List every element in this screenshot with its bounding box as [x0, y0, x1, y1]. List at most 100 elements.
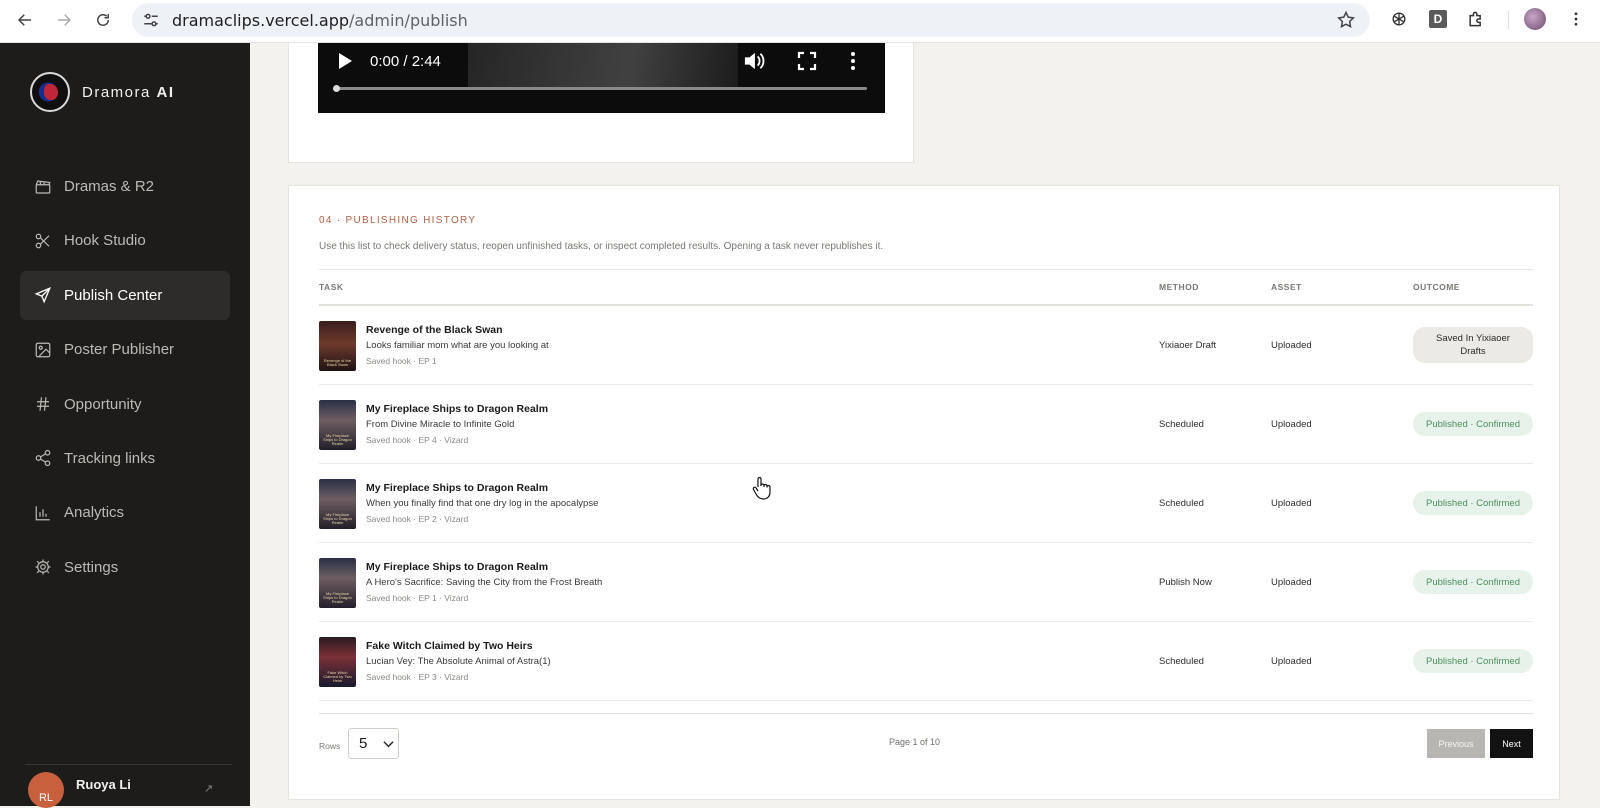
brand-name: Dramora AI: [82, 84, 175, 101]
sidebar-item-label: Publish Center: [64, 286, 163, 304]
footer-divider: [319, 713, 1533, 714]
table-row[interactable]: My Fireplace Ships to Dragon Realm My Fi…: [319, 464, 1533, 543]
task-title: Fake Witch Claimed by Two Heirs: [366, 640, 533, 652]
sidebar-item-opportunity[interactable]: Opportunity: [20, 380, 230, 429]
puzzle-extension-icon[interactable]: [1463, 6, 1489, 32]
hash-icon: [34, 395, 52, 413]
brand-name-suffix: AI: [156, 83, 175, 101]
sidebar-item-poster-publisher[interactable]: Poster Publisher: [20, 325, 230, 374]
clapperboard-icon: [34, 178, 52, 196]
task-asset: Uploaded: [1271, 498, 1312, 509]
dramora-logo-icon: [30, 72, 70, 112]
profile-avatar-icon[interactable]: [1522, 6, 1548, 32]
next-button[interactable]: Next: [1490, 729, 1533, 758]
drama-thumbnail: My Fireplace Ships to Dragon Realm: [319, 400, 356, 450]
sidebar-item-label: Opportunity: [64, 395, 142, 413]
external-link-icon[interactable]: ↗: [204, 782, 213, 795]
site-settings-icon[interactable]: [142, 11, 160, 29]
section-label: 04 · PUBLISHING HISTORY: [319, 215, 477, 226]
rows-per-page-value: 5: [359, 735, 368, 752]
task-meta: Saved hook · EP 3 · Vizard: [366, 672, 469, 682]
brand-name-prefix: Dramora: [82, 83, 151, 101]
task-asset: Uploaded: [1271, 656, 1312, 667]
drama-thumbnail: My Fireplace Ships to Dragon Realm: [319, 479, 356, 529]
sidebar-item-settings[interactable]: Settings: [20, 543, 230, 592]
task-method: Scheduled: [1159, 419, 1204, 430]
task-meta: Saved hook · EP 2 · Vizard: [366, 514, 469, 524]
scissors-icon: [34, 232, 52, 250]
table-row[interactable]: Revenge of the Black Swan Revenge of the…: [319, 306, 1533, 385]
bar-chart-icon: [34, 504, 52, 522]
column-header-method: METHOD: [1159, 282, 1199, 292]
user-name: Ruoya Li: [76, 776, 131, 792]
reload-icon[interactable]: [89, 6, 117, 34]
task-method: Scheduled: [1159, 498, 1204, 509]
sidebar-item-analytics[interactable]: Analytics: [20, 488, 230, 537]
openai-extension-icon[interactable]: [1386, 6, 1412, 32]
user-profile[interactable]: RL Ruoya Li: [28, 772, 131, 808]
sidebar-item-dramas[interactable]: Dramas & R2: [20, 162, 230, 211]
task-asset: Uploaded: [1271, 419, 1312, 430]
table-row[interactable]: Fake Witch Claimed by Two Heirs Fake Wit…: [319, 622, 1533, 701]
sidebar-nav: Dramas & R2 Hook Studio Publish Center P…: [20, 162, 230, 597]
url-host: dramaclips.vercel.app: [172, 11, 350, 30]
sidebar: Dramora AI Dramas & R2 Hook Studio Publi…: [0, 43, 250, 808]
video-frame: [468, 43, 738, 87]
bookmark-star-icon[interactable]: [1336, 10, 1356, 30]
volume-icon[interactable]: [743, 51, 765, 71]
section-description: Use this list to check delivery status, …: [319, 241, 884, 252]
back-icon[interactable]: [11, 6, 39, 34]
publishing-history-card: 04 · PUBLISHING HISTORY Use this list to…: [288, 185, 1560, 800]
send-icon: [34, 286, 52, 304]
url-text: dramaclips.vercel.app/admin/publish: [172, 11, 468, 30]
column-header-asset: ASSET: [1271, 282, 1302, 292]
thumbnail-caption: My Fireplace Ships to Dragon Realm: [323, 433, 352, 446]
drama-thumbnail: Revenge of the Black Swan: [319, 321, 356, 371]
task-meta: Saved hook · EP 4 · Vizard: [366, 435, 469, 445]
task-subtitle: When you finally find that one dry log i…: [366, 498, 599, 509]
gear-icon: [34, 558, 52, 576]
sidebar-item-label: Poster Publisher: [64, 341, 175, 359]
play-icon[interactable]: [338, 53, 352, 69]
forward-icon[interactable]: [50, 6, 78, 34]
browser-toolbar: dramaclips.vercel.app/admin/publish D: [0, 0, 1600, 43]
task-subtitle: A Hero's Sacrifice: Saving the City from…: [366, 577, 603, 588]
rows-per-page-select[interactable]: 5: [348, 728, 399, 759]
sidebar-item-hook-studio[interactable]: Hook Studio: [20, 216, 230, 265]
video-time: 0:00 / 2:44: [370, 53, 441, 70]
avatar: RL: [28, 772, 64, 808]
brand[interactable]: Dramora AI: [30, 72, 175, 112]
video-progress-bar[interactable]: [333, 85, 867, 92]
video-player[interactable]: 0:00 / 2:44: [318, 43, 885, 113]
sidebar-item-label: Settings: [64, 558, 119, 576]
browser-menu-icon[interactable]: [1563, 6, 1589, 32]
task-title: My Fireplace Ships to Dragon Realm: [366, 482, 549, 494]
sidebar-divider: [25, 764, 232, 765]
fullscreen-icon[interactable]: [797, 51, 817, 71]
sidebar-item-tracking-links[interactable]: Tracking links: [20, 434, 230, 483]
thumbnail-caption: Fake Witch Claimed by Two Heirs: [323, 670, 352, 683]
previous-button[interactable]: Previous: [1427, 729, 1485, 758]
d-extension-icon[interactable]: D: [1425, 6, 1451, 32]
sidebar-item-label: Dramas & R2: [64, 178, 155, 195]
task-meta: Saved hook · EP 1: [366, 356, 437, 366]
table-row[interactable]: My Fireplace Ships to Dragon Realm My Fi…: [319, 543, 1533, 622]
task-subtitle: Looks familiar mom what are you looking …: [366, 340, 549, 351]
task-subtitle: From Divine Miracle to Infinite Gold: [366, 419, 515, 430]
task-subtitle: Lucian Vey: The Absolute Animal of Astra…: [366, 656, 551, 667]
task-asset: Uploaded: [1271, 340, 1312, 351]
drama-thumbnail: Fake Witch Claimed by Two Heirs: [319, 637, 356, 687]
page-indicator: Page 1 of 10: [889, 737, 941, 747]
rows-label: Rows: [319, 741, 341, 751]
task-method: Yixiaoer Draft: [1159, 340, 1217, 351]
video-progress-knob[interactable]: [333, 85, 340, 92]
divider: [319, 269, 1533, 270]
more-options-icon[interactable]: [848, 51, 858, 71]
sidebar-item-label: Hook Studio: [64, 232, 146, 250]
share-icon: [34, 449, 52, 467]
task-method: Scheduled: [1159, 656, 1204, 667]
sidebar-item-publish-center[interactable]: Publish Center: [20, 270, 230, 320]
status-badge: Published · Confirmed: [1413, 570, 1533, 594]
table-row[interactable]: My Fireplace Ships to Dragon Realm My Fi…: [319, 385, 1533, 464]
address-bar[interactable]: dramaclips.vercel.app/admin/publish: [132, 3, 1370, 37]
